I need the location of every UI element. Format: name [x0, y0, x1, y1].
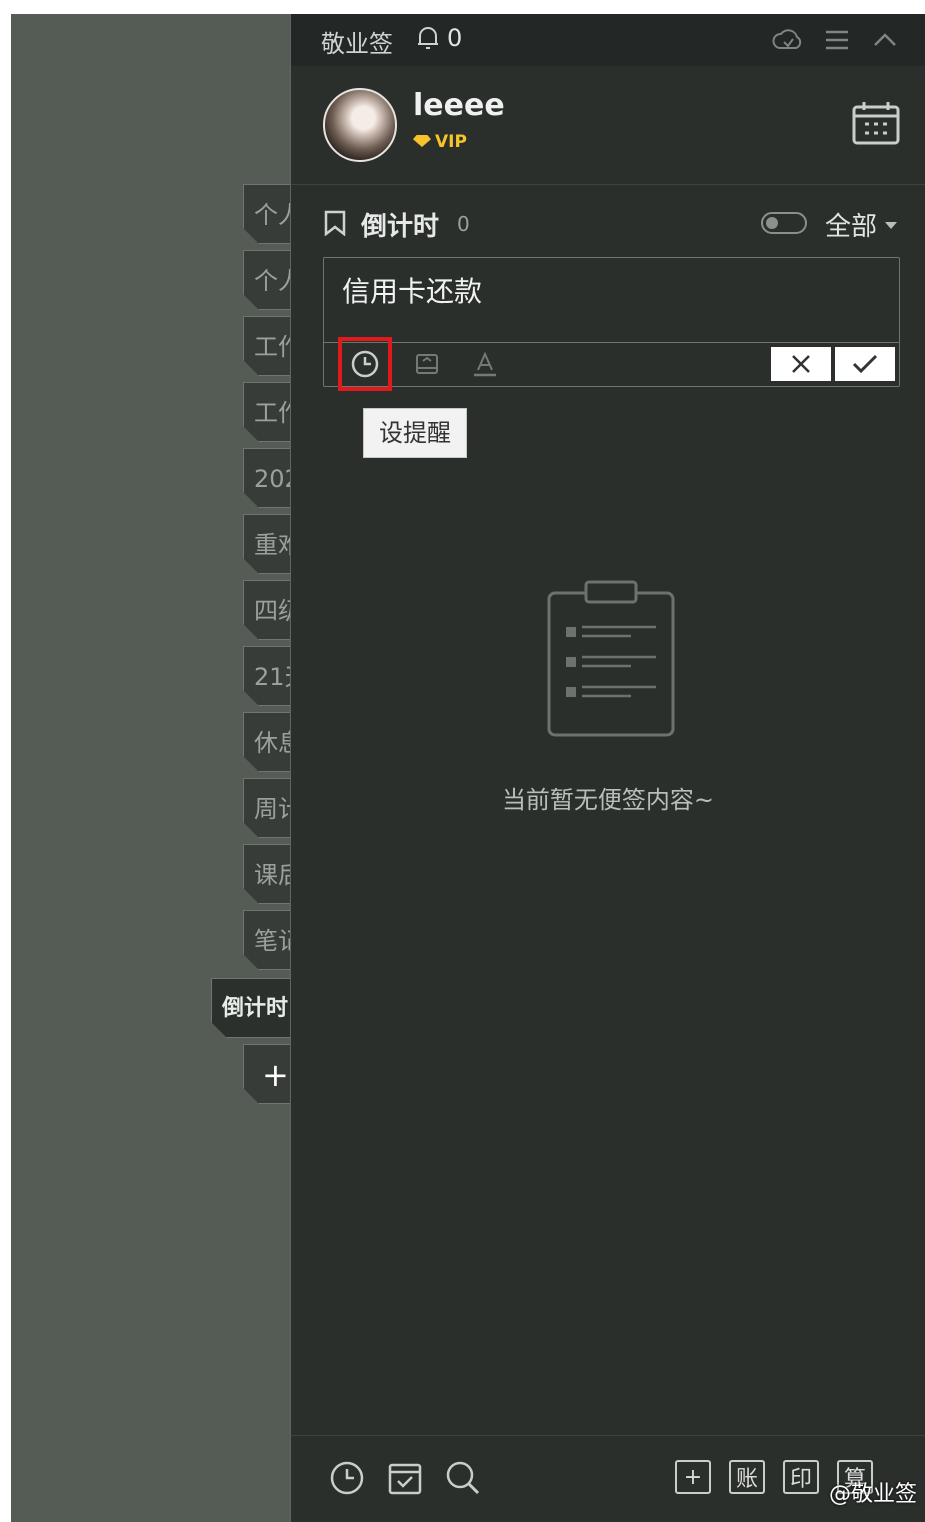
check-icon — [852, 354, 878, 374]
calendar-icon[interactable] — [851, 100, 901, 150]
section-header: 倒计时 0 全部 — [291, 184, 925, 260]
search-icon[interactable] — [443, 1458, 483, 1498]
category-tabs: 个人 个人 工作 工作 202 重难 四级 21天 休息 周计 课后 笔记 倒计… — [11, 14, 311, 1522]
cloud-sync-icon[interactable] — [771, 26, 805, 58]
add-note-button[interactable]: + — [675, 1460, 711, 1494]
print-button[interactable]: 印 — [783, 1460, 819, 1494]
set-reminder-tooltip: 设提醒 — [363, 408, 467, 458]
avatar[interactable] — [323, 88, 397, 162]
vip-badge: VIP — [413, 132, 467, 152]
app-title: 敬业签 — [321, 30, 393, 58]
history-clock-icon[interactable] — [327, 1458, 367, 1498]
editor-toolbar — [324, 337, 899, 391]
empty-state-message: 当前暂无便签内容~ — [501, 786, 715, 814]
menu-icon[interactable] — [823, 26, 851, 58]
watermark: @敬业签 — [828, 1482, 917, 1507]
text-color-button[interactable] — [468, 347, 502, 381]
filter-dropdown[interactable]: 全部 — [825, 206, 898, 243]
section-count: 0 — [457, 212, 470, 236]
user-header: leeee VIP — [291, 66, 925, 185]
clipboard-icon — [546, 579, 676, 743]
show-completed-toggle[interactable] — [761, 212, 807, 234]
caret-down-icon — [885, 222, 898, 229]
diamond-icon — [413, 135, 431, 147]
bottom-toolbar: + 账 印 算 @敬业签 — [291, 1435, 925, 1522]
title-bar: 敬业签 0 — [291, 14, 925, 66]
cancel-button[interactable] — [771, 347, 831, 381]
section-title: 倒计时 — [361, 212, 440, 242]
note-editor[interactable]: 信用卡还款 — [323, 257, 900, 391]
text-color-icon — [474, 351, 496, 377]
stamp-icon — [416, 354, 438, 374]
set-reminder-button[interactable] — [338, 337, 392, 391]
done-box-icon[interactable] — [385, 1458, 425, 1498]
plus-icon: + — [683, 1464, 703, 1490]
confirm-button[interactable] — [835, 347, 895, 381]
notes-panel: 敬业签 0 leeee VIP 倒计时 0 全部 信用卡还款 设提醒 当前暂无便… — [290, 14, 925, 1522]
close-icon — [792, 355, 810, 373]
bell-icon[interactable] — [415, 24, 441, 56]
reminder-count: 0 — [447, 24, 463, 52]
note-input[interactable]: 信用卡还款 — [342, 270, 482, 310]
username: leeee — [413, 88, 505, 123]
bookmark-icon — [323, 210, 347, 240]
accounts-button[interactable]: 账 — [729, 1460, 765, 1494]
collapse-icon[interactable] — [871, 26, 899, 58]
clock-icon — [351, 350, 379, 378]
stamp-button[interactable] — [410, 347, 444, 381]
